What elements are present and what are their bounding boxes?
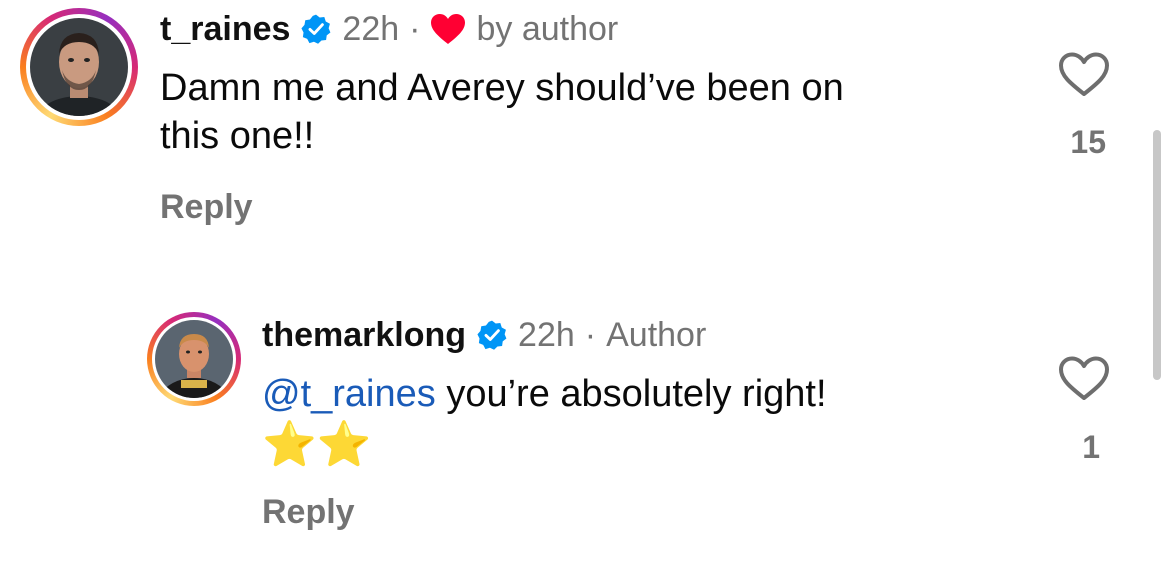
verified-badge-icon [476,319,508,351]
like-count: 1 [1082,429,1100,465]
avatar-photo-themarklong [155,320,233,398]
comment-header: themarklong 22h · Author [262,315,706,355]
comment-text-line-1: Damn me and Averey should’ve been on [160,67,844,109]
avatar-themarklong[interactable] [147,312,241,406]
comment-text: @t_raines you’re absolutely right! ⭐⭐ [262,370,1062,472]
username[interactable]: t_raines [160,9,290,49]
liked-by-author-label: by author [476,10,619,48]
heart-icon [430,13,466,45]
separator-dot: · [584,316,597,354]
comment-header: t_raines 22h · by author [160,9,618,49]
comment-text: Damn me and Averey should’ve been on thi… [160,64,960,160]
scrollbar[interactable] [1153,130,1161,380]
like-heart-outline-icon[interactable] [1058,356,1110,402]
like-count: 15 [1070,124,1106,160]
like-heart-outline-icon[interactable] [1058,52,1110,98]
reply-button[interactable]: Reply [160,187,253,227]
avatar-photo-t-raines [30,18,128,116]
comment-text-line-1: @t_raines you’re absolutely right! [262,370,1062,418]
verified-badge-icon [300,13,332,45]
author-badge: Author [606,316,707,354]
avatar-t-raines[interactable] [20,8,138,126]
username[interactable]: themarklong [262,315,466,355]
comment-time: 22h [342,10,400,48]
avatar-ring-inner [152,317,236,401]
reply-button[interactable]: Reply [262,492,355,532]
comment-text-line-2: this one!! [160,115,315,157]
avatar-ring-inner [26,14,132,120]
separator-dot: · [409,10,421,48]
star-emojis: ⭐⭐ [262,420,372,469]
mention-link[interactable]: @t_raines [262,373,436,415]
comment-text-body: you’re absolutely right! [435,373,827,415]
comment-time: 22h [518,316,575,354]
